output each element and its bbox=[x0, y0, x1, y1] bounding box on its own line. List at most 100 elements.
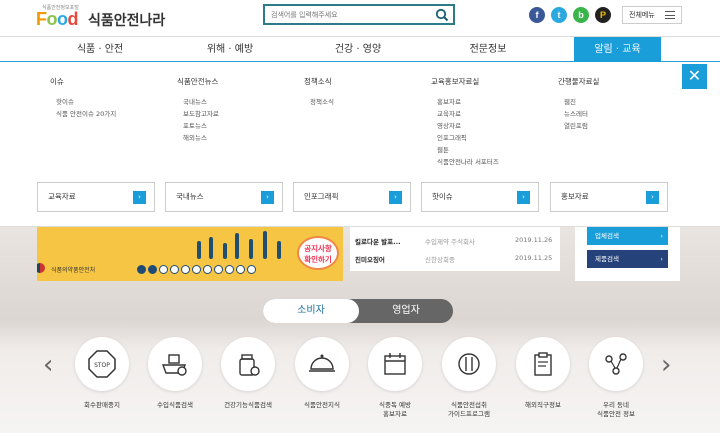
quick-button-label: 핫이슈 bbox=[432, 192, 453, 201]
quick-button-hot-issue[interactable]: 핫이슈 › bbox=[421, 182, 539, 212]
mega-link[interactable]: 핫이슈 bbox=[56, 96, 116, 106]
quick-button-domestic-news[interactable]: 국내뉴스 › bbox=[165, 182, 283, 212]
notice-badge[interactable]: 공지사항 확인하기 bbox=[297, 236, 339, 270]
mega-link[interactable]: 식품안전나라 서포터즈 bbox=[437, 156, 499, 166]
logo-letter: o bbox=[46, 9, 58, 29]
service-health-food-search[interactable]: 건강기능식품검색 bbox=[212, 337, 284, 410]
person-figure bbox=[235, 233, 239, 259]
carousel-prev-icon[interactable]: ‹ bbox=[43, 352, 53, 378]
search-input[interactable] bbox=[271, 8, 431, 22]
all-menu-label: 전체메뉴 bbox=[629, 11, 655, 19]
person-figure bbox=[263, 231, 267, 259]
quick-button-promotion[interactable]: 홍보자료 › bbox=[550, 182, 668, 212]
slide-dot[interactable] bbox=[203, 265, 212, 274]
gnb-item-health-nutrition[interactable]: 건강 · 영양 bbox=[308, 37, 408, 62]
twitter-icon[interactable]: t bbox=[551, 7, 567, 23]
business-tab[interactable]: 영업자 bbox=[359, 299, 453, 323]
slide-dot[interactable] bbox=[181, 265, 190, 274]
search-icon[interactable] bbox=[435, 8, 449, 22]
news-title: 킬로다운 발포... bbox=[355, 238, 401, 246]
service-local-food-safety[interactable]: 우리 동네 식품안전 정보 bbox=[580, 337, 652, 419]
slide-dot[interactable] bbox=[148, 265, 157, 274]
slide-dot[interactable] bbox=[236, 265, 245, 274]
service-label: 식품안전섭취 가이드프로그램 bbox=[448, 401, 490, 418]
stop-sign-icon: STOP bbox=[88, 350, 116, 378]
mega-link[interactable]: 포토뉴스 bbox=[183, 120, 219, 130]
gnb-item-food-safety[interactable]: 식품 · 안전 bbox=[50, 37, 150, 62]
product-search-label: 제품검색 bbox=[595, 255, 619, 263]
pause-icon[interactable] bbox=[137, 265, 146, 274]
slide-dot[interactable] bbox=[247, 265, 256, 274]
carousel-next-icon[interactable]: › bbox=[661, 352, 671, 378]
quick-button-label: 인포그래픽 bbox=[304, 192, 339, 201]
network-nodes-icon bbox=[605, 353, 627, 375]
mega-link[interactable]: 교육자료 bbox=[437, 108, 499, 118]
mega-link[interactable]: 인포그래픽 bbox=[437, 132, 499, 142]
person-figure bbox=[277, 241, 281, 259]
main-nav: 식품 · 안전 위해 · 예방 건강 · 영양 전문정보 알림 · 교육 bbox=[0, 36, 720, 62]
mega-link[interactable]: 웹진 bbox=[564, 96, 599, 106]
hamburger-icon bbox=[665, 11, 675, 19]
service-intake-guide[interactable]: 식품안전섭취 가이드프로그램 bbox=[433, 337, 505, 419]
mega-link[interactable]: 보도참고자료 bbox=[183, 108, 219, 118]
person-figure bbox=[197, 241, 201, 259]
slide-dot[interactable] bbox=[214, 265, 223, 274]
product-search-button[interactable]: 제품검색 › bbox=[587, 250, 668, 268]
quick-button-label: 교육자료 bbox=[48, 192, 76, 201]
service-overseas-purchase[interactable]: 해외직구정보 bbox=[507, 337, 579, 410]
company-search-button[interactable]: 업체검색 › bbox=[587, 227, 668, 245]
post-icon[interactable]: P bbox=[595, 7, 611, 23]
gnb-item-expert-info[interactable]: 전문정보 bbox=[438, 37, 538, 62]
news-company: 수입제약 주식회사 bbox=[425, 238, 475, 246]
notice-banner[interactable]: 공지사항 확인하기 식품의약품안전처 bbox=[37, 227, 343, 281]
consumer-tab[interactable]: 소비자 bbox=[263, 299, 359, 323]
chevron-right-icon: › bbox=[660, 255, 663, 263]
facebook-icon[interactable]: f bbox=[529, 7, 545, 23]
search-shortcuts: 업체검색 › 제품검색 › bbox=[575, 227, 680, 281]
chevron-right-icon: › bbox=[646, 191, 659, 204]
slide-dot[interactable] bbox=[159, 265, 168, 274]
service-label: 식중독 예방 홍보자료 bbox=[379, 401, 411, 418]
service-recall-stop[interactable]: STOP 회수판매중지 bbox=[66, 337, 138, 410]
mega-link[interactable]: 열린포럼 bbox=[564, 120, 599, 130]
mega-link[interactable]: 뉴스레터 bbox=[564, 108, 599, 118]
gnb-item-risk-prevention[interactable]: 위해 · 예방 bbox=[180, 37, 280, 62]
cargo-ship-icon bbox=[161, 354, 187, 376]
site-logo[interactable]: 식품안전정보포털 Food 식품안전나라 bbox=[36, 4, 176, 30]
person-figure bbox=[223, 243, 227, 259]
service-food-poisoning-materials[interactable]: 식중독 예방 홍보자료 bbox=[359, 337, 431, 419]
recall-news-list: 킬로다운 발포... 수입제약 주식회사 2019.11.26 진미오징어 신한… bbox=[350, 227, 560, 271]
gnb-item-notice-education[interactable]: 알림 · 교육 bbox=[574, 37, 661, 62]
mega-column-title: 간행물자료실 bbox=[558, 77, 600, 86]
close-icon[interactable]: ✕ bbox=[682, 64, 707, 89]
person-figure bbox=[209, 237, 213, 259]
list-item[interactable]: 킬로다운 발포... 수입제약 주식회사 2019.11.26 bbox=[355, 236, 555, 246]
audience-toggle: 소비자 영업자 bbox=[263, 299, 453, 323]
mega-link[interactable]: 영상자료 bbox=[437, 120, 499, 130]
blog-icon[interactable]: b bbox=[573, 7, 589, 23]
mega-link[interactable]: 홍보자료 bbox=[437, 96, 499, 106]
chevron-right-icon: › bbox=[389, 191, 402, 204]
logo-letter: d bbox=[67, 9, 79, 29]
mega-link[interactable]: 해외뉴스 bbox=[183, 132, 219, 142]
slide-dot[interactable] bbox=[192, 265, 201, 274]
slide-dot[interactable] bbox=[225, 265, 234, 274]
service-import-food-search[interactable]: 수입식품검색 bbox=[139, 337, 211, 410]
mega-link[interactable]: 식품 안전이슈 20가지 bbox=[56, 108, 116, 118]
mega-link[interactable]: 국내뉴스 bbox=[183, 96, 219, 106]
plate-cutlery-icon bbox=[458, 353, 480, 375]
pill-bottle-icon bbox=[239, 354, 260, 376]
mega-column-title: 이슈 bbox=[50, 77, 64, 86]
search-box bbox=[263, 4, 455, 25]
service-food-safety-knowledge[interactable]: 식품안전지식 bbox=[286, 337, 358, 410]
mega-link[interactable]: 정책소식 bbox=[310, 96, 334, 106]
mega-link[interactable]: 웹툰 bbox=[437, 144, 499, 154]
quick-button-infographic[interactable]: 인포그래픽 › bbox=[293, 182, 411, 212]
quick-button-label: 홍보자료 bbox=[561, 192, 589, 201]
banner-organization: 식품의약품안전처 bbox=[51, 267, 96, 274]
mega-column-title: 교육홍보자료실 bbox=[431, 77, 480, 86]
all-menu-button[interactable]: 전체메뉴 bbox=[622, 6, 682, 24]
list-item[interactable]: 진미오징어 신한상회중 2019.11.25 bbox=[355, 254, 555, 264]
slide-dot[interactable] bbox=[170, 265, 179, 274]
quick-button-education-materials[interactable]: 교육자료 › bbox=[37, 182, 155, 212]
